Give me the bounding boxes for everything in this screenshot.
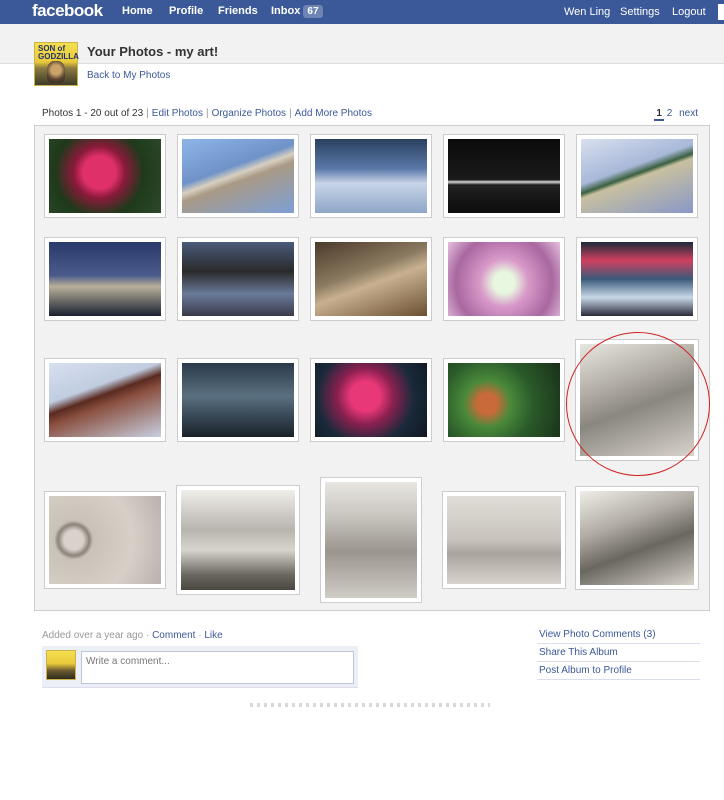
organize-photos-link[interactable]: Organize Photos xyxy=(212,108,287,119)
photo-thumbnail[interactable] xyxy=(443,358,565,442)
photo-thumbnail[interactable] xyxy=(177,134,299,218)
added-time: Added over a year ago xyxy=(42,630,144,641)
photo-image xyxy=(181,490,295,590)
photo-thumbnail[interactable] xyxy=(442,491,566,589)
photo-thumbnail[interactable] xyxy=(44,134,166,218)
photo-thumbnail[interactable] xyxy=(44,491,166,589)
separator: | xyxy=(146,108,149,119)
faint-footer-text xyxy=(250,703,490,707)
next-page-link[interactable]: next xyxy=(679,108,698,119)
photo-thumbnail[interactable] xyxy=(320,477,422,603)
photo-thumbnail[interactable] xyxy=(176,485,300,595)
photo-thumbnail[interactable] xyxy=(177,358,299,442)
post-album-to-profile-link[interactable]: Post Album to Profile xyxy=(537,662,700,680)
owl-image xyxy=(47,61,65,83)
photo-image xyxy=(448,363,560,437)
photo-thumbnail[interactable] xyxy=(310,237,432,321)
search-input[interactable] xyxy=(718,4,724,20)
facebook-logo[interactable]: facebook xyxy=(32,1,103,21)
photo-thumbnail[interactable] xyxy=(576,237,698,321)
photo-image xyxy=(580,491,694,585)
photo-image xyxy=(49,139,161,213)
album-avatar-text: SON of GODZILLA xyxy=(38,44,79,61)
edit-photos-link[interactable]: Edit Photos xyxy=(152,108,203,119)
nav-friends-link[interactable]: Friends xyxy=(218,5,258,17)
photo-image xyxy=(49,242,161,316)
highlight-circle-annotation xyxy=(566,332,710,476)
photo-image xyxy=(182,242,294,316)
photo-image xyxy=(581,242,693,316)
photo-thumbnail[interactable] xyxy=(575,486,699,590)
commenter-avatar xyxy=(46,650,76,680)
photo-thumbnail[interactable] xyxy=(44,237,166,321)
nav-user-link[interactable]: Wen Ling xyxy=(564,6,610,18)
photo-image xyxy=(182,139,294,213)
photo-thumbnail[interactable] xyxy=(44,358,166,442)
page-2-link[interactable]: 2 xyxy=(667,108,673,119)
like-link[interactable]: Like xyxy=(204,630,222,641)
photo-image xyxy=(448,242,560,316)
photo-count-text: Photos 1 - 20 out of 23 xyxy=(42,108,144,119)
comment-link[interactable]: Comment xyxy=(152,630,195,641)
photo-thumbnail[interactable] xyxy=(443,237,565,321)
page-1-current: 1 xyxy=(654,108,664,121)
photo-thumbnail[interactable] xyxy=(576,134,698,218)
photo-thumbnail[interactable] xyxy=(177,237,299,321)
separator: | xyxy=(205,108,209,119)
photo-image xyxy=(325,482,417,598)
top-navigation-bar: facebook Home Profile Friends Inbox 67 W… xyxy=(0,0,724,24)
photo-image xyxy=(581,139,693,213)
photo-thumbnail[interactable] xyxy=(443,134,565,218)
back-to-photos-link[interactable]: Back to My Photos xyxy=(87,70,170,81)
nav-logout-link[interactable]: Logout xyxy=(672,6,706,18)
view-photo-comments-link[interactable]: View Photo Comments (3) xyxy=(537,626,700,644)
nav-settings-link[interactable]: Settings xyxy=(620,6,660,18)
page-title: Your Photos - my art! xyxy=(87,44,219,59)
album-actions: View Photo Comments (3) Share This Album… xyxy=(537,626,700,680)
nav-home-link[interactable]: Home xyxy=(122,5,153,17)
photo-image xyxy=(315,139,427,213)
inbox-count-badge: 67 xyxy=(303,5,323,18)
photo-image xyxy=(49,363,161,437)
share-album-link[interactable]: Share This Album xyxy=(537,644,700,662)
photo-image xyxy=(182,363,294,437)
photo-image xyxy=(448,139,560,213)
photo-thumbnail[interactable] xyxy=(310,134,432,218)
photo-image xyxy=(315,363,427,437)
inbox-label: Inbox xyxy=(271,5,301,17)
album-toolbar: Photos 1 - 20 out of 23 | Edit Photos | Orga… xyxy=(42,108,372,119)
photo-image xyxy=(315,242,427,316)
album-meta: Added over a year ago · Comment · Like xyxy=(42,630,223,641)
album-avatar: SON of GODZILLA xyxy=(34,42,79,86)
photo-image xyxy=(447,496,561,584)
photo-thumbnail[interactable] xyxy=(310,358,432,442)
photo-image xyxy=(49,496,161,584)
add-more-photos-link[interactable]: Add More Photos xyxy=(295,108,372,119)
separator: | xyxy=(289,108,292,119)
pagination: 1 2 next xyxy=(654,108,698,121)
nav-inbox-link[interactable]: Inbox 67 xyxy=(271,5,323,18)
nav-profile-link[interactable]: Profile xyxy=(169,5,203,17)
comment-input[interactable]: Write a comment... xyxy=(81,651,354,684)
